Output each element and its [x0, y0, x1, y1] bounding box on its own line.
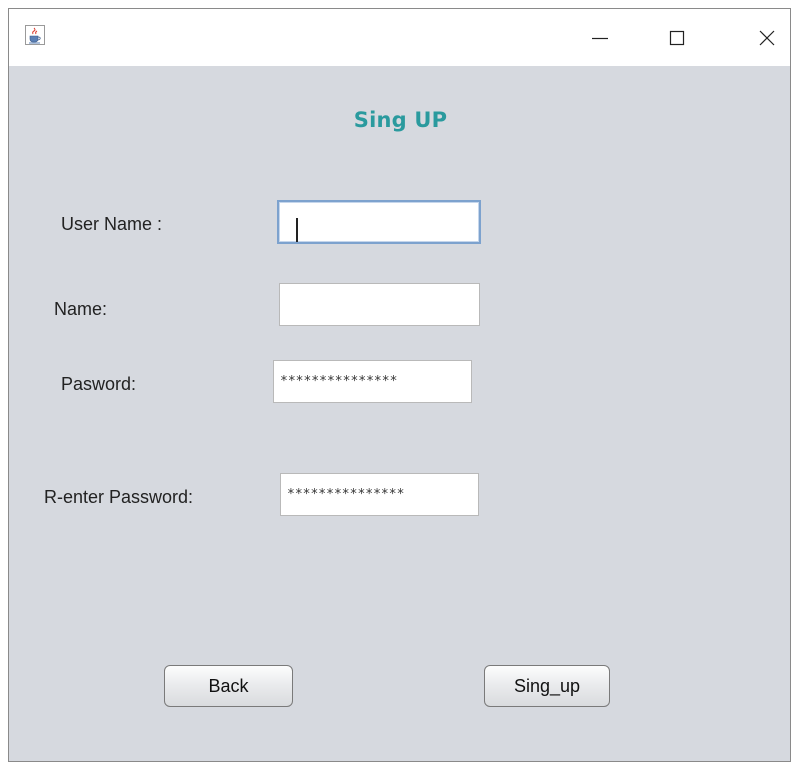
- username-label: User Name :: [61, 214, 163, 234]
- back-button[interactable]: Back: [164, 665, 293, 707]
- text-caret: [296, 218, 298, 242]
- reenter-password-label: R-enter Password:: [44, 487, 194, 507]
- sign-up-button[interactable]: Sing_up: [484, 665, 610, 707]
- minimize-icon: [592, 37, 608, 39]
- maximize-icon: [669, 30, 685, 45]
- title-bar[interactable]: [9, 9, 790, 66]
- reenter-password-field[interactable]: [280, 473, 479, 516]
- name-field[interactable]: [279, 283, 480, 326]
- close-button[interactable]: [744, 9, 790, 66]
- page-title: Sing UP: [353, 108, 448, 132]
- maximize-button[interactable]: [654, 9, 700, 66]
- name-label: Name:: [54, 299, 108, 319]
- username-field[interactable]: [277, 200, 481, 244]
- signup-window: Sing UP User Name : Name: Pasword: R-ent…: [8, 8, 791, 762]
- password-field[interactable]: [273, 360, 472, 403]
- close-icon: [759, 30, 775, 45]
- java-cup-icon: [25, 25, 45, 45]
- minimize-button[interactable]: [577, 9, 623, 66]
- password-label: Pasword:: [61, 374, 137, 394]
